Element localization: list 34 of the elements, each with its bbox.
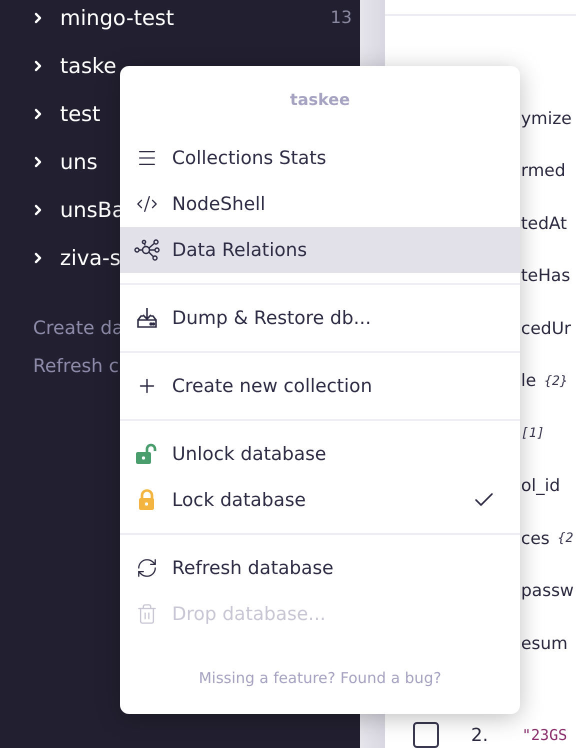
field-type-hint: {2 bbox=[558, 531, 574, 546]
menu-item[interactable]: Create new collection bbox=[120, 363, 520, 409]
field-key: ces bbox=[521, 528, 550, 549]
database-name[interactable]: mingo-test bbox=[60, 6, 330, 30]
sidebar-link[interactable]: Refresh c bbox=[33, 356, 119, 377]
menu-item[interactable]: NodeShell bbox=[120, 181, 520, 227]
row-index: 2. bbox=[471, 724, 490, 746]
field-key: tedAt bbox=[521, 214, 567, 234]
field-key: ol_id bbox=[521, 476, 560, 496]
field-key: le bbox=[521, 371, 536, 392]
code-icon bbox=[136, 193, 158, 215]
collection-count: 13 bbox=[330, 8, 352, 28]
menu-item[interactable]: Collections Stats bbox=[120, 135, 520, 181]
nodes-icon bbox=[134, 239, 160, 261]
field-key: teHas bbox=[521, 266, 570, 286]
menu-item[interactable]: Unlock database bbox=[120, 431, 520, 477]
menu-item[interactable]: Data Relations bbox=[120, 227, 520, 273]
field-key: passw bbox=[521, 581, 574, 602]
field-key: rmed bbox=[521, 161, 566, 182]
field-key: ymize bbox=[521, 108, 572, 129]
download-tray-icon bbox=[136, 306, 158, 330]
menu-title: taskee bbox=[290, 90, 350, 109]
trash-icon bbox=[136, 603, 158, 625]
menu-item[interactable]: Refresh database bbox=[120, 545, 520, 591]
unlocked-padlock-icon bbox=[135, 442, 159, 466]
menu-item[interactable]: Lock database bbox=[120, 477, 520, 523]
field-key: esum bbox=[521, 634, 568, 654]
field-type-hint: {2} bbox=[544, 374, 568, 389]
field-type-hint: [1] bbox=[521, 426, 544, 442]
field-key: cedUr bbox=[521, 318, 572, 339]
row-checkbox[interactable] bbox=[413, 722, 439, 748]
refresh-icon bbox=[136, 557, 158, 579]
menu-item[interactable]: Dump & Restore db... bbox=[120, 295, 520, 341]
string-value: "23GS bbox=[522, 726, 568, 744]
